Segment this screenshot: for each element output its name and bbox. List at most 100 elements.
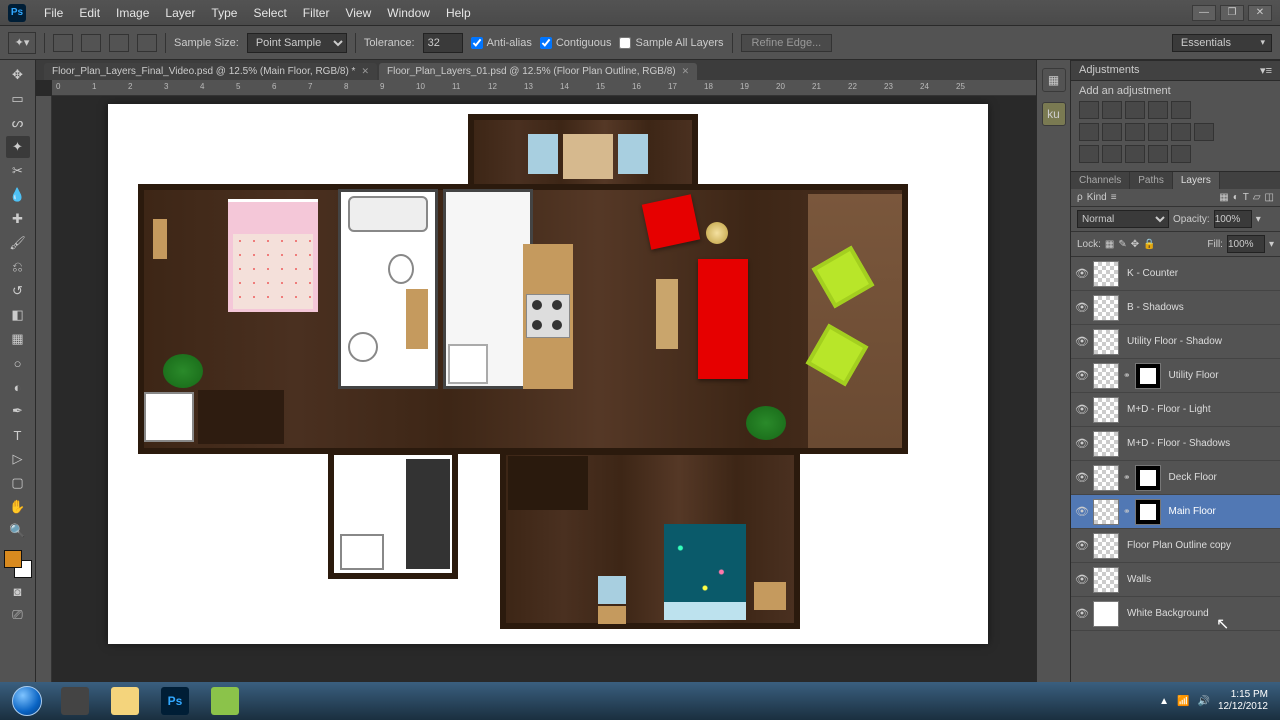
visibility-toggle[interactable]: 👁: [1075, 471, 1089, 485]
link-icon[interactable]: ⚭: [1123, 506, 1131, 517]
clone-tool[interactable]: ⎌: [6, 256, 30, 278]
menu-file[interactable]: File: [36, 6, 71, 20]
layer-thumbnail[interactable]: [1093, 363, 1119, 389]
filter-adj-icon[interactable]: ◐: [1233, 192, 1239, 203]
tray-network-icon[interactable]: 📶: [1177, 696, 1189, 707]
contiguous-checkbox[interactable]: Contiguous: [540, 37, 612, 49]
filter-smart-icon[interactable]: ◫: [1265, 192, 1274, 203]
paths-tab[interactable]: Paths: [1130, 172, 1173, 189]
type-tool[interactable]: T: [6, 424, 30, 446]
pen-tool[interactable]: ✒: [6, 400, 30, 422]
threshold-icon[interactable]: [1125, 145, 1145, 163]
tray-flag-icon[interactable]: ▲: [1159, 696, 1169, 707]
menu-help[interactable]: Help: [438, 6, 479, 20]
dodge-tool[interactable]: ◐: [6, 376, 30, 398]
layer-thumbnail[interactable]: [1093, 499, 1119, 525]
link-icon[interactable]: ⚭: [1123, 370, 1131, 381]
tray-sound-icon[interactable]: 🔊: [1197, 696, 1209, 707]
lock-pos-icon[interactable]: ✥: [1131, 239, 1139, 250]
layer-row[interactable]: 👁Floor Plan Outline copy: [1071, 529, 1280, 563]
layer-row[interactable]: 👁⚭Main Floor: [1071, 495, 1280, 529]
menu-filter[interactable]: Filter: [295, 6, 338, 20]
filter-pixel-icon[interactable]: ▦: [1219, 192, 1228, 203]
visibility-toggle[interactable]: 👁: [1075, 539, 1089, 553]
close-tab-icon[interactable]: ✕: [361, 66, 369, 77]
anti-alias-checkbox[interactable]: Anti-alias: [471, 37, 532, 49]
layer-row[interactable]: 👁Utility Floor - Shadow: [1071, 325, 1280, 359]
history-brush-tool[interactable]: ↺: [6, 280, 30, 302]
layer-row[interactable]: 👁B - Shadows: [1071, 291, 1280, 325]
move-tool[interactable]: ✥: [6, 64, 30, 86]
history-panel-icon[interactable]: ▦: [1042, 68, 1066, 92]
maximize-button[interactable]: ❐: [1220, 5, 1244, 21]
layer-thumbnail[interactable]: [1093, 261, 1119, 287]
workspace-switcher[interactable]: Essentials: [1172, 34, 1272, 52]
layer-thumbnail[interactable]: [1093, 431, 1119, 457]
menu-type[interactable]: Type: [203, 6, 245, 20]
visibility-toggle[interactable]: 👁: [1075, 301, 1089, 315]
layer-thumbnail[interactable]: [1093, 397, 1119, 423]
menu-select[interactable]: Select: [245, 6, 294, 20]
visibility-toggle[interactable]: 👁: [1075, 607, 1089, 621]
layer-thumbnail[interactable]: [1093, 533, 1119, 559]
close-button[interactable]: ✕: [1248, 5, 1272, 21]
foreground-color[interactable]: [4, 550, 22, 568]
visibility-toggle[interactable]: 👁: [1075, 573, 1089, 587]
taskbar-explorer[interactable]: [52, 684, 98, 718]
menu-view[interactable]: View: [337, 6, 379, 20]
eyedropper-tool[interactable]: 💧: [6, 184, 30, 206]
visibility-toggle[interactable]: 👁: [1075, 403, 1089, 417]
menu-image[interactable]: Image: [108, 6, 157, 20]
start-button[interactable]: [4, 684, 50, 718]
system-tray[interactable]: ▲ 📶 🔊 1:15 PM12/12/2012: [1159, 689, 1276, 713]
brush-tool[interactable]: 🖌: [6, 232, 30, 254]
sample-all-checkbox[interactable]: Sample All Layers: [619, 37, 723, 49]
filter-shape-icon[interactable]: ▱: [1253, 192, 1261, 203]
layers-tab[interactable]: Layers: [1173, 172, 1220, 189]
layer-row[interactable]: 👁⚭Deck Floor: [1071, 461, 1280, 495]
fill-input[interactable]: [1227, 235, 1265, 253]
healing-tool[interactable]: ✚: [6, 208, 30, 230]
layer-thumbnail[interactable]: [1093, 567, 1119, 593]
layer-thumbnail[interactable]: [1093, 601, 1119, 627]
minimize-button[interactable]: —: [1192, 5, 1216, 21]
menu-window[interactable]: Window: [379, 6, 438, 20]
visibility-toggle[interactable]: 👁: [1075, 505, 1089, 519]
link-icon[interactable]: ⚭: [1123, 472, 1131, 483]
close-tab-icon[interactable]: ✕: [682, 66, 690, 77]
layer-row[interactable]: 👁Walls: [1071, 563, 1280, 597]
path-tool[interactable]: ▷: [6, 448, 30, 470]
foreground-background-colors[interactable]: [4, 550, 32, 578]
magic-wand-tool[interactable]: ✦: [6, 136, 30, 158]
curves-icon[interactable]: [1125, 101, 1145, 119]
mask-thumbnail[interactable]: [1135, 499, 1161, 525]
blur-tool[interactable]: ○: [6, 352, 30, 374]
marquee-tool[interactable]: ▭: [6, 88, 30, 110]
visibility-toggle[interactable]: 👁: [1075, 335, 1089, 349]
gradient-tool[interactable]: ▦: [6, 328, 30, 350]
shape-tool[interactable]: ▢: [6, 472, 30, 494]
quick-mask-toggle[interactable]: ◙: [6, 580, 30, 602]
magic-wand-icon[interactable]: ✦▾: [8, 32, 36, 54]
filter-type-icon[interactable]: T: [1243, 192, 1249, 203]
opacity-input[interactable]: [1214, 210, 1252, 228]
adjustments-header[interactable]: Adjustments▾≡: [1071, 60, 1280, 81]
intersect-selection-button[interactable]: [137, 34, 157, 52]
hue-icon[interactable]: [1079, 123, 1099, 141]
taskbar-folder[interactable]: [102, 684, 148, 718]
mask-thumbnail[interactable]: [1135, 363, 1161, 389]
bw-icon[interactable]: [1125, 123, 1145, 141]
lookup-icon[interactable]: [1194, 123, 1214, 141]
layer-row[interactable]: 👁M+D - Floor - Shadows: [1071, 427, 1280, 461]
layers-list[interactable]: 👁K - Counter👁B - Shadows👁Utility Floor -…: [1071, 257, 1280, 696]
layer-thumbnail[interactable]: [1093, 329, 1119, 355]
layer-row[interactable]: 👁White Background: [1071, 597, 1280, 631]
lock-trans-icon[interactable]: ▦: [1105, 239, 1114, 250]
subtract-selection-button[interactable]: [109, 34, 129, 52]
exposure-icon[interactable]: [1148, 101, 1168, 119]
visibility-toggle[interactable]: 👁: [1075, 267, 1089, 281]
layer-thumbnail[interactable]: [1093, 295, 1119, 321]
eraser-tool[interactable]: ◧: [6, 304, 30, 326]
blend-mode-select[interactable]: Normal: [1077, 210, 1169, 228]
levels-icon[interactable]: [1102, 101, 1122, 119]
